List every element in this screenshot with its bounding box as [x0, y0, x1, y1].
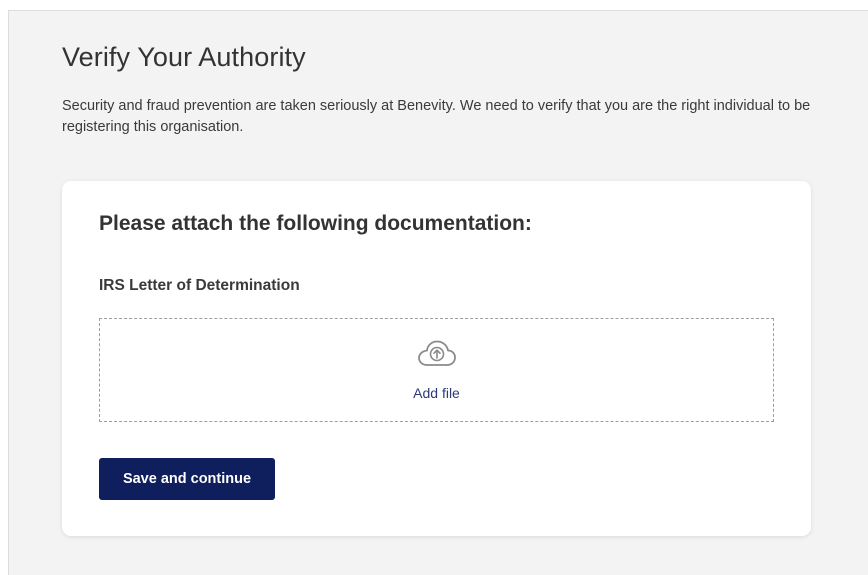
save-and-continue-button[interactable]: Save and continue [99, 458, 275, 500]
intro-text: Security and fraud prevention are taken … [62, 98, 811, 135]
page-title: Verify Your Authority [62, 42, 306, 72]
add-file-link[interactable]: Add file [100, 385, 773, 401]
documentation-card: Please attach the following documentatio… [62, 181, 811, 536]
file-dropzone[interactable]: Add file [99, 318, 774, 422]
card-heading: Please attach the following documentatio… [99, 212, 532, 235]
document-label: IRS Letter of Determination [99, 277, 300, 294]
cloud-upload-icon [418, 340, 456, 366]
verify-authority-page: Verify Your Authority Security and fraud… [8, 10, 868, 575]
